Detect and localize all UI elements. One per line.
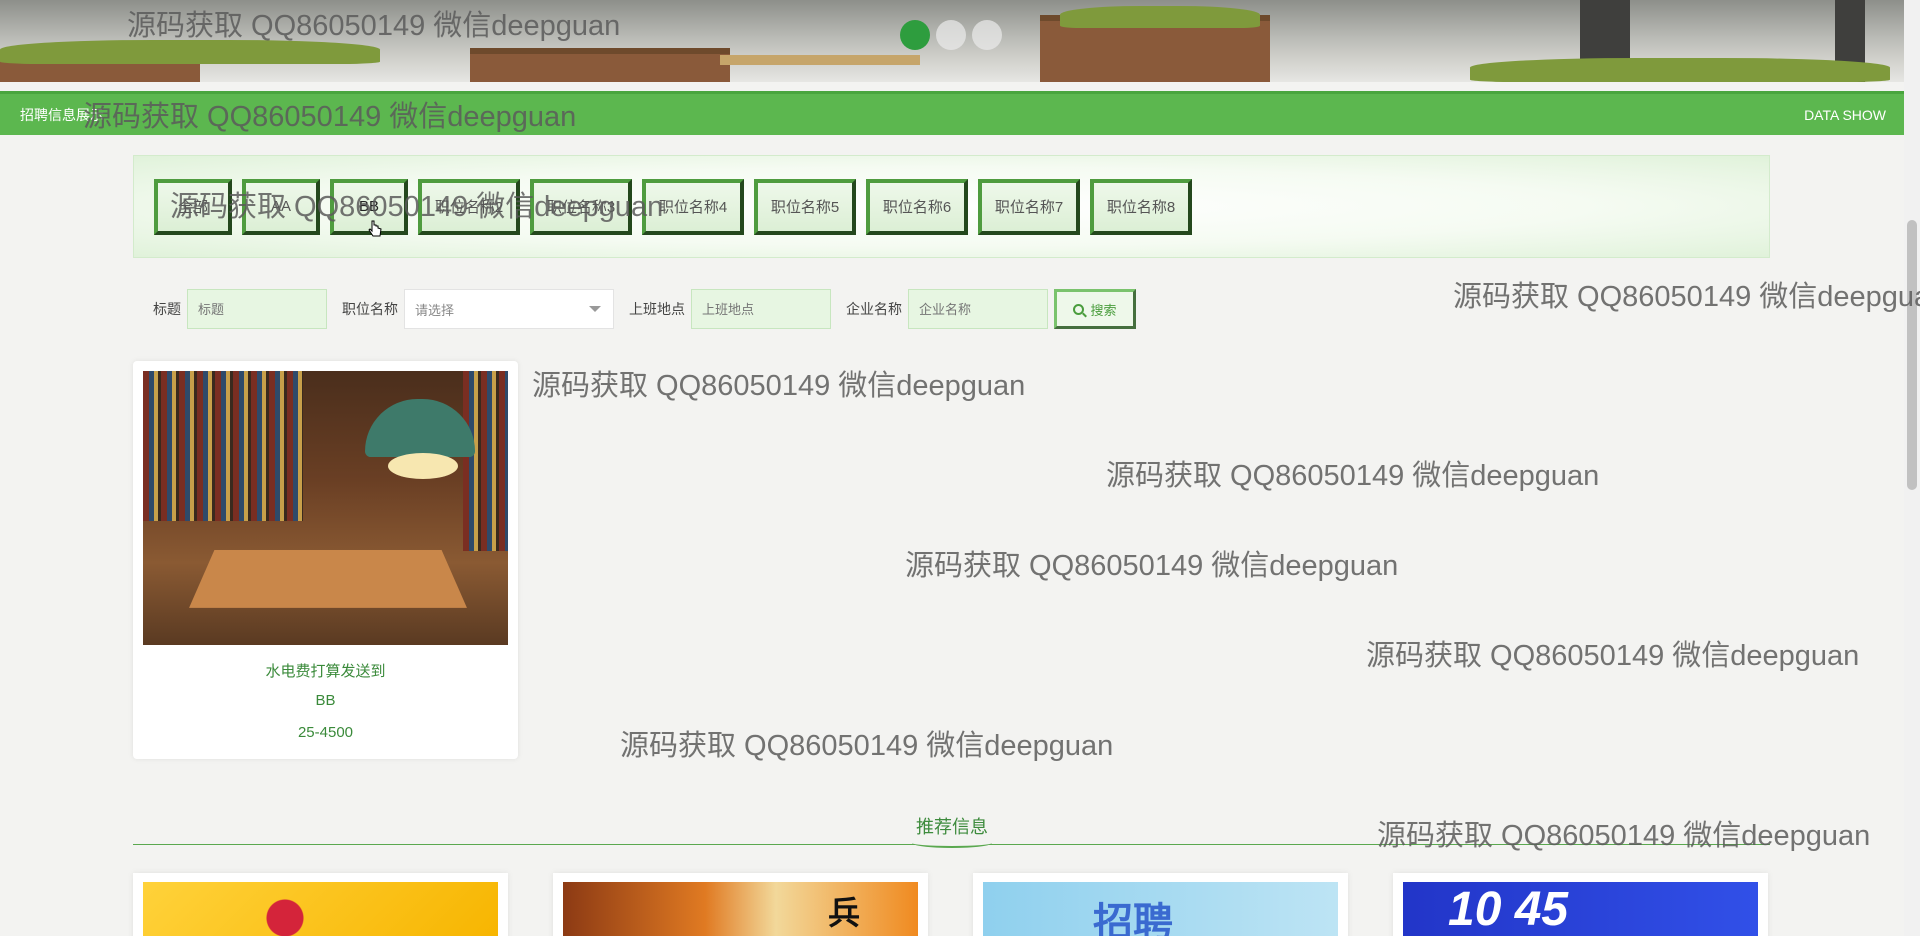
- job-card[interactable]: 水电费打算发送到 BB 25-4500: [133, 361, 518, 759]
- tab-position-4[interactable]: 职位名称4: [642, 178, 744, 235]
- tab-aa[interactable]: AA: [242, 178, 320, 235]
- location-input[interactable]: [691, 289, 831, 329]
- job-card-image: [143, 371, 508, 645]
- watermark-text: 源码获取 QQ86050149 微信deepguan: [620, 730, 1114, 762]
- recommend-card[interactable]: 10 45: [1393, 873, 1768, 936]
- search-button[interactable]: 搜索: [1054, 289, 1136, 329]
- banner-hedge: [1060, 6, 1260, 28]
- company-input[interactable]: [908, 289, 1048, 329]
- recommend-card-text: 兵: [828, 895, 861, 931]
- recommend-card[interactable]: [133, 873, 508, 936]
- position-select[interactable]: 请选择: [404, 289, 614, 329]
- recommend-divider-curve: [912, 838, 992, 848]
- watermark-text: 源码获取 QQ86050149 微信deepguan: [532, 370, 1026, 402]
- search-icon: [1073, 303, 1085, 315]
- category-tabs: 全部 AA BB 职位名称2 职位名称3 职位名称4 职位名称5 职位名称6 职…: [133, 155, 1770, 258]
- company-label: 企业名称: [846, 301, 902, 317]
- title-input[interactable]: [187, 289, 327, 329]
- banner-planter: [470, 48, 730, 82]
- search-filters: 标题 职位名称 请选择 上班地点 企业名称 搜索: [153, 289, 1136, 329]
- banner-bench: [720, 55, 920, 65]
- chevron-down-icon: [589, 306, 601, 312]
- tab-position-2[interactable]: 职位名称2: [418, 178, 520, 235]
- bookshelf: [463, 371, 508, 551]
- watermark-text: 源码获取 QQ86050149 微信deepguan: [1453, 281, 1920, 313]
- hand-cursor-icon: [368, 220, 382, 237]
- recommend-card-text: 10 45: [1448, 883, 1569, 936]
- carousel-dot[interactable]: [972, 20, 1002, 50]
- position-label: 职位名称: [342, 301, 398, 317]
- tab-position-7[interactable]: 职位名称7: [978, 178, 1080, 235]
- banner-hedge: [1470, 58, 1890, 82]
- search-button-label: 搜索: [1090, 302, 1117, 318]
- watermark-text: 源码获取 QQ86050149 微信deepguan: [905, 550, 1399, 582]
- tab-all[interactable]: 全部: [154, 178, 232, 235]
- job-title: 水电费打算发送到: [265, 663, 386, 680]
- data-show-link[interactable]: DATA SHOW: [1804, 107, 1886, 123]
- lamp: [365, 399, 475, 457]
- recommend-card-image: 10 45: [1403, 882, 1758, 936]
- recommend-card[interactable]: 兵: [553, 873, 928, 936]
- watermark-text: 源码获取 QQ86050149 微信deepguan: [1106, 460, 1600, 492]
- recommend-card-text: 招聘: [1093, 901, 1173, 936]
- recommend-card-image: 兵: [563, 882, 918, 936]
- reading-table: [189, 549, 467, 608]
- recommend-card-image: [143, 882, 498, 936]
- bookshelf: [143, 371, 303, 521]
- job-salary: 25-4500: [297, 724, 354, 741]
- location-label: 上班地点: [629, 301, 685, 317]
- recommend-card-image: 招聘: [983, 882, 1338, 936]
- tab-position-3[interactable]: 职位名称3: [530, 178, 632, 235]
- navbar-title: 招聘信息展示: [20, 106, 104, 123]
- recommend-card[interactable]: 招聘: [973, 873, 1348, 936]
- title-label: 标题: [153, 301, 181, 317]
- hero-banner: [0, 0, 1904, 82]
- scrollbar-thumb[interactable]: [1907, 220, 1917, 490]
- carousel-dot[interactable]: [900, 20, 930, 50]
- position-select-value: 请选择: [415, 302, 455, 318]
- lamp-glow: [388, 453, 458, 479]
- recommend-title: 推荐信息: [916, 817, 988, 837]
- watermark-text: 源码获取 QQ86050149 微信deepguan: [1366, 640, 1860, 672]
- tab-position-6[interactable]: 职位名称6: [866, 178, 968, 235]
- page-scrollbar[interactable]: [1904, 0, 1920, 936]
- tab-position-5[interactable]: 职位名称5: [754, 178, 856, 235]
- carousel-dots: [900, 20, 1002, 50]
- section-navbar: 招聘信息展示 DATA SHOW: [0, 91, 1904, 135]
- banner-hedge: [0, 40, 380, 64]
- tab-position-8[interactable]: 职位名称8: [1090, 178, 1192, 235]
- carousel-dot[interactable]: [936, 20, 966, 50]
- job-position: BB: [315, 692, 336, 709]
